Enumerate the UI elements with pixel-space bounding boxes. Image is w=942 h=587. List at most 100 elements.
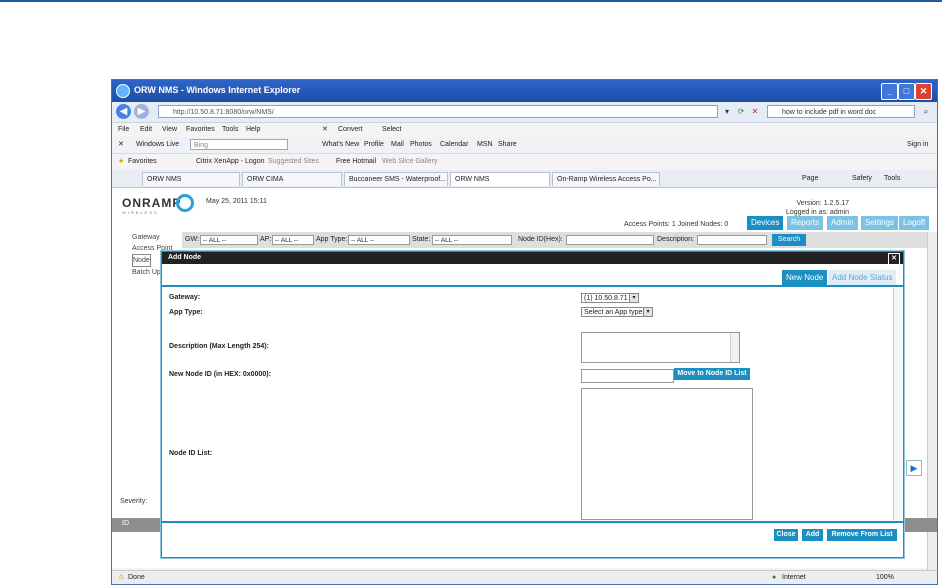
tab-new-node[interactable]: New Node [782, 270, 828, 285]
windows-live-label[interactable]: Windows Live [136, 137, 179, 153]
favorites-bar: ★ Favorites Citrix XenApp - Logon Sugges… [112, 154, 937, 170]
nodeid-field-label: New Node ID (in HEX: 0x0000): [169, 371, 271, 378]
stop-icon[interactable]: ✕ [750, 105, 760, 118]
convert-button[interactable]: Convert [338, 123, 363, 137]
close-window-icon[interactable]: ✕ [915, 83, 932, 100]
description-label: Description: [657, 236, 694, 243]
left-nav-node[interactable]: Node [132, 254, 151, 267]
nodeid-list-label: Node ID List: [169, 450, 213, 457]
tab-orw-nms-1[interactable]: ORW NMS [142, 172, 240, 186]
minimize-icon[interactable]: _ [881, 83, 898, 100]
sign-in-link[interactable]: Sign in [907, 137, 928, 153]
menu-file[interactable]: File [118, 123, 129, 137]
tab-onramp-access-point[interactable]: On-Ramp Wireless Access Po... [552, 172, 660, 186]
description-textarea[interactable] [581, 332, 740, 363]
ap-label: AP: [260, 236, 272, 243]
favorite-suggested[interactable]: Suggested Sites [268, 154, 319, 170]
window-title: ORW NMS - Windows Internet Explorer [134, 85, 301, 95]
menu-view[interactable]: View [162, 123, 177, 137]
status-done: Done [128, 574, 145, 581]
live-link-calendar[interactable]: Calendar [440, 137, 468, 153]
tab-orw-cima[interactable]: ORW CIMA [242, 172, 342, 186]
tool-tools[interactable]: Tools [884, 170, 900, 187]
current-date: May 25, 2011 15:11 [206, 198, 267, 205]
nodeid-input[interactable] [566, 235, 654, 245]
address-bar-row: ◀ ▶ http://10.50.8.71:8080/orw/NMS/ ▾ ⟳ … [112, 102, 937, 123]
menu-favorites[interactable]: Favorites [186, 123, 215, 137]
bing-search-input[interactable]: Bing [190, 139, 288, 150]
node-id-list[interactable] [581, 388, 753, 520]
apptype-select-dialog[interactable]: Select an App type ▾ [581, 307, 653, 317]
description-field-label: Description (Max Length 254): [169, 343, 269, 350]
menu-edit[interactable]: Edit [140, 123, 152, 137]
add-node-dialog: Add Node ✕ New Node Add Node Status Gate… [161, 251, 904, 558]
gateway-select[interactable]: (1) 10.50.8.71 ▾ [581, 293, 639, 303]
tool-safety[interactable]: Safety [852, 170, 872, 187]
textarea-scrollbar[interactable] [730, 333, 739, 362]
filter-bar: GW: -- ALL -- AP: -- ALL -- App Type: --… [182, 232, 927, 248]
tab-settings[interactable]: Settings [861, 216, 898, 230]
ap-select[interactable]: -- ALL -- [272, 235, 314, 245]
dialog-divider [162, 521, 903, 523]
menu-help[interactable]: Help [246, 123, 260, 137]
left-nav-gateway[interactable]: Gateway [132, 232, 182, 243]
maximize-icon[interactable]: □ [898, 83, 915, 100]
search-button[interactable]: Search [772, 234, 806, 246]
dialog-scrollbar[interactable] [893, 288, 902, 520]
live-link-msn[interactable]: MSN [477, 137, 493, 153]
next-arrow-icon[interactable]: ▶ [906, 460, 922, 476]
live-link-photos[interactable]: Photos [410, 137, 432, 153]
favorite-citrix[interactable]: Citrix XenApp - Logon [196, 154, 264, 170]
favorites-star-icon[interactable]: ★ [118, 154, 124, 170]
tool-page[interactable]: Page [802, 170, 818, 187]
apptype-select[interactable]: -- ALL -- [348, 235, 410, 245]
favorite-hotmail[interactable]: Free Hotmail [336, 154, 376, 170]
favorite-webslice[interactable]: Web Slice Gallery [382, 154, 438, 170]
favorites-button[interactable]: Favorites [128, 154, 157, 170]
menu-tools[interactable]: Tools [222, 123, 238, 137]
forward-icon[interactable]: ▶ [134, 104, 149, 119]
address-dropdown-icon[interactable]: ▾ [722, 105, 732, 118]
live-link-whats-new[interactable]: What's New [322, 137, 359, 153]
onramp-ring-icon [176, 194, 194, 212]
tab-buccaneer[interactable]: Buccaneer SMS - Waterproof... [344, 172, 448, 186]
browser-search-input[interactable]: how to include pdf in word doc [767, 105, 915, 118]
refresh-icon[interactable]: ⟳ [736, 105, 746, 118]
dialog-close-icon[interactable]: ✕ [888, 253, 900, 265]
state-select[interactable]: -- ALL -- [432, 235, 512, 245]
close-button[interactable]: Close [774, 529, 798, 541]
version-text: Version: 1.2.5.17 [796, 200, 849, 207]
zoom-level[interactable]: 100% [876, 571, 894, 584]
remove-from-list-button[interactable]: Remove From List [827, 529, 897, 541]
tab-admin[interactable]: Admin [827, 216, 858, 230]
description-input[interactable] [697, 235, 767, 245]
live-link-profile[interactable]: Profile [364, 137, 384, 153]
move-to-list-button[interactable]: Move to Node ID List [674, 368, 750, 380]
tab-devices[interactable]: Devices [747, 216, 784, 230]
tab-orw-nms-2[interactable]: ORW NMS [450, 172, 550, 186]
apptype-select-value: Select an App type [584, 309, 643, 316]
window-titlebar: ORW NMS - Windows Internet Explorer _ □ … [112, 80, 937, 102]
state-label: State: [412, 236, 431, 243]
search-icon[interactable]: ⌕ [920, 105, 932, 118]
close-live-icon[interactable]: ✕ [118, 137, 124, 153]
document-top-rule [0, 0, 942, 2]
back-icon[interactable]: ◀ [116, 104, 131, 119]
address-input[interactable]: http://10.50.8.71:8080/orw/NMS/ [158, 105, 718, 118]
close-toolbar-icon[interactable]: ✕ [322, 123, 328, 137]
tab-add-node-status[interactable]: Add Node Status [828, 270, 897, 285]
tab-reports[interactable]: Reports [787, 216, 824, 230]
live-link-mail[interactable]: Mail [391, 137, 404, 153]
tab-logoff[interactable]: Logoff [899, 216, 930, 230]
select-button[interactable]: Select [382, 123, 401, 137]
gw-select[interactable]: -- ALL -- [200, 235, 258, 245]
live-link-share[interactable]: Share [498, 137, 517, 153]
version-info: Version: 1.2.5.17 Logged in as: admin [786, 199, 849, 217]
windows-live-toolbar: ✕ Windows Live Bing What's New Profile M… [112, 137, 937, 154]
counts-text: Access Points: 1 Joined Nodes: 0 [624, 221, 729, 228]
nodeid-label: Node ID(Hex): [518, 236, 563, 243]
status-zone: Internet [782, 574, 806, 581]
new-node-id-input[interactable] [581, 369, 674, 383]
onramp-logo: ONRAMP [122, 196, 182, 210]
add-button[interactable]: Add [802, 529, 823, 541]
